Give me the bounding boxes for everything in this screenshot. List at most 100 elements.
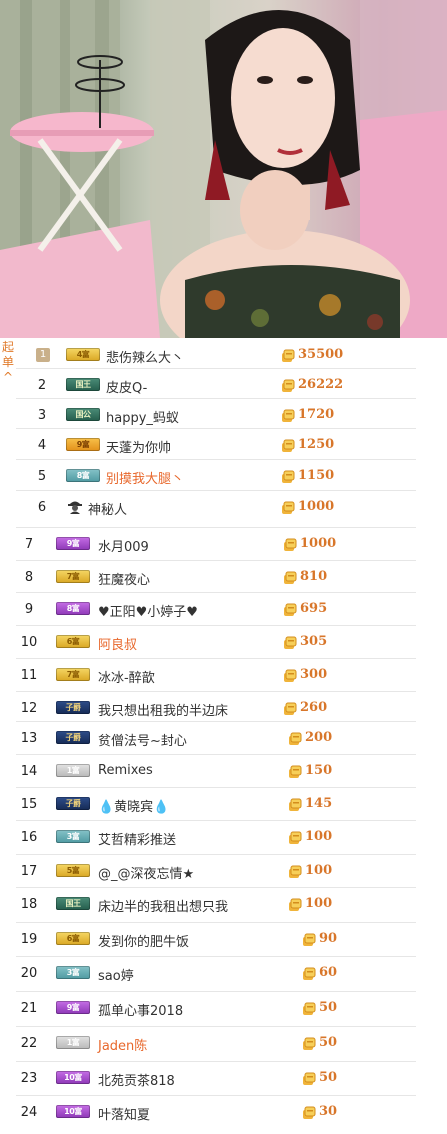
gift-amount: 100 xyxy=(305,863,333,878)
rank-row[interactable]: 15 子爵 💧黄晓宾💧 145 xyxy=(0,789,447,821)
rank-row[interactable]: 6 神秘人 1000 xyxy=(0,492,447,524)
level-badge: 国王 xyxy=(56,897,90,910)
row-divider xyxy=(16,991,416,992)
coin-icon xyxy=(288,731,302,745)
user-name[interactable]: sao婷 xyxy=(98,965,134,984)
row-divider xyxy=(16,1061,416,1062)
row-divider xyxy=(16,368,416,369)
rank-row[interactable]: 13 子爵 贫僧法号~封心 200 xyxy=(0,723,447,755)
user-name[interactable]: Remixes xyxy=(98,763,153,778)
row-divider xyxy=(16,625,416,626)
level-badge: 10富 xyxy=(56,1071,90,1084)
row-divider xyxy=(16,560,416,561)
rank-number: 8 xyxy=(24,570,34,585)
user-name[interactable]: 悲伤辣么大丶 xyxy=(106,347,184,366)
coin-icon xyxy=(288,897,302,911)
user-name[interactable]: @_@深夜忘情★ xyxy=(98,863,194,882)
gift-amount: 200 xyxy=(305,730,333,745)
rank-row[interactable]: 17 5富 @_@深夜忘情★ 100 xyxy=(0,856,447,888)
level-badge: 3富 xyxy=(56,966,90,979)
row-divider xyxy=(16,490,416,491)
gift-amount: 35500 xyxy=(298,347,344,362)
coin-icon xyxy=(302,1071,316,1085)
rank-number: 24 xyxy=(20,1105,38,1120)
gift-amount: 810 xyxy=(300,569,328,584)
rank-row[interactable]: 24 10富 叶落知夏 30 xyxy=(0,1097,447,1129)
rank-number: 19 xyxy=(20,932,38,947)
row-divider xyxy=(16,1026,416,1027)
user-name[interactable]: 💧黄晓宾💧 xyxy=(98,796,169,815)
user-name[interactable]: 孤单心事2018 xyxy=(98,1000,183,1019)
level-badge: 9富 xyxy=(56,537,90,550)
rank-row[interactable]: 16 3富 艾哲精彩推送 100 xyxy=(0,822,447,854)
rank-row[interactable]: 4 9富 天蓬为你帅 1250 xyxy=(0,430,447,462)
user-name[interactable]: 水月009 xyxy=(98,536,149,555)
row-divider xyxy=(16,658,416,659)
rank-row[interactable]: 21 9富 孤单心事2018 50 xyxy=(0,993,447,1025)
user-name[interactable]: 天蓬为你帅 xyxy=(106,437,171,456)
coin-icon xyxy=(281,469,295,483)
user-name[interactable]: 神秘人 xyxy=(88,499,127,518)
rank-row[interactable]: 7 9富 水月009 1000 xyxy=(0,529,447,561)
rank-row[interactable]: 14 1富 Remixes 150 xyxy=(0,756,447,788)
user-name[interactable]: 贫僧法号~封心 xyxy=(98,730,187,749)
rank-row[interactable]: 11 7富 冰冰-醉歆 300 xyxy=(0,660,447,692)
level-badge: 7富 xyxy=(56,570,90,583)
user-name[interactable]: happy_蚂蚁 xyxy=(106,407,179,426)
level-badge: 9富 xyxy=(66,438,100,451)
coin-icon xyxy=(288,764,302,778)
rank-row[interactable]: 23 10富 北苑贡茶818 50 xyxy=(0,1063,447,1095)
row-divider xyxy=(16,787,416,788)
coin-icon xyxy=(281,500,295,514)
rank-row[interactable]: 18 国王 床边半的我租出想只我 100 xyxy=(0,889,447,921)
user-name[interactable]: ♥正阳♥小婷子♥ xyxy=(98,601,198,620)
user-name[interactable]: 冰冰-醉歆 xyxy=(98,667,155,686)
user-name[interactable]: 北苑贡茶818 xyxy=(98,1070,175,1089)
user-name[interactable]: 我只想出租我的半边床 xyxy=(98,700,228,719)
gift-amount: 305 xyxy=(300,634,328,649)
user-name[interactable]: 叶落知夏 xyxy=(98,1104,150,1123)
coin-icon xyxy=(283,668,297,682)
rank-row[interactable]: 22 1富 Jaden陈 50 xyxy=(0,1028,447,1060)
rank-row[interactable]: 8 7富 狂魔夜心 810 xyxy=(0,562,447,594)
row-divider xyxy=(16,428,416,429)
level-badge: 9富 xyxy=(56,1001,90,1014)
level-badge: 6富 xyxy=(56,635,90,648)
row-divider xyxy=(16,459,416,460)
user-name[interactable]: 狂魔夜心 xyxy=(98,569,150,588)
rank-row[interactable]: 19 6富 发到你的肥牛饭 90 xyxy=(0,924,447,956)
rank-row[interactable]: 20 3富 sao婷 60 xyxy=(0,958,447,990)
coin-icon xyxy=(288,864,302,878)
live-video-frame[interactable] xyxy=(0,0,447,338)
coin-icon xyxy=(283,570,297,584)
gift-amount: 26222 xyxy=(298,377,344,392)
gift-amount: 260 xyxy=(300,700,328,715)
rank-number: 22 xyxy=(20,1036,38,1051)
user-name[interactable]: Jaden陈 xyxy=(98,1035,147,1054)
gift-amount: 50 xyxy=(319,1000,338,1015)
user-name[interactable]: 别摸我大腿丶 xyxy=(106,468,184,487)
user-name[interactable]: 阿良叔 xyxy=(98,634,137,653)
rank-number: 5 xyxy=(37,469,47,484)
coin-icon xyxy=(281,348,295,362)
user-name[interactable]: 艾哲精彩推送 xyxy=(98,829,176,848)
rank-row[interactable]: 5 8富 别摸我大腿丶 1150 xyxy=(0,461,447,493)
level-badge: 7富 xyxy=(56,668,90,681)
row-divider xyxy=(16,754,416,755)
gift-amount: 100 xyxy=(305,829,333,844)
rank-row[interactable]: 10 6富 阿良叔 305 xyxy=(0,627,447,659)
rank-number: 1 xyxy=(36,348,50,362)
coin-icon xyxy=(302,1105,316,1119)
rank-row[interactable]: 9 8富 ♥正阳♥小婷子♥ 695 xyxy=(0,594,447,626)
user-name[interactable]: 床边半的我租出想只我 xyxy=(98,896,228,915)
row-divider xyxy=(16,691,416,692)
user-name[interactable]: 皮皮Q- xyxy=(106,377,147,396)
rank-number: 12 xyxy=(20,701,38,716)
rank-number: 9 xyxy=(24,602,34,617)
gift-amount: 145 xyxy=(305,796,333,811)
level-badge: 3富 xyxy=(56,830,90,843)
level-badge: 1富 xyxy=(56,1036,90,1049)
hand xyxy=(240,170,310,250)
gift-amount: 90 xyxy=(319,931,338,946)
user-name[interactable]: 发到你的肥牛饭 xyxy=(98,931,189,950)
